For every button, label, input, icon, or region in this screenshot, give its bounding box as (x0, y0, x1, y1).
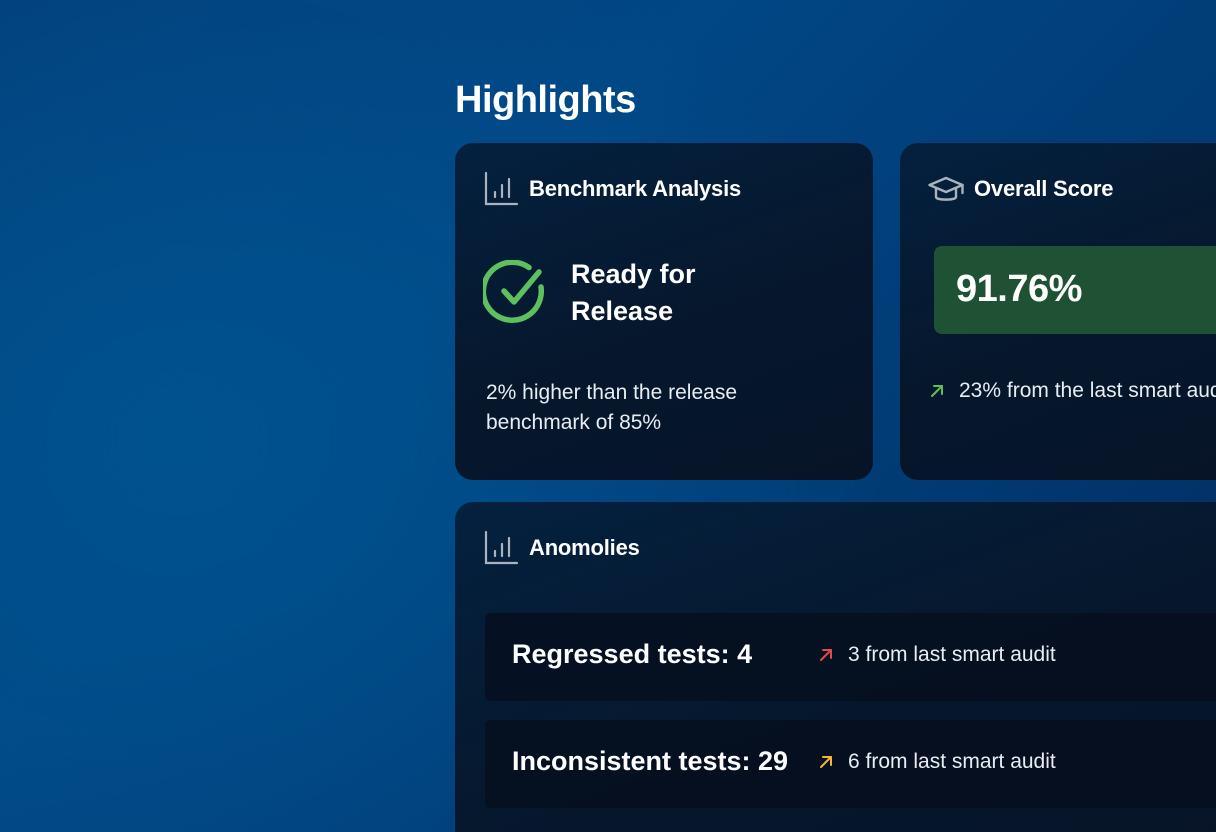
anomaly-row-regressed[interactable]: Regressed tests: 4 3 from last smart aud… (485, 613, 1216, 701)
anomaly-row-inconsistent[interactable]: Inconsistent tests: 29 6 from last smart… (485, 720, 1216, 808)
bar-chart-icon (484, 530, 519, 565)
arrow-up-right-icon (931, 385, 943, 397)
check-circle-icon (483, 260, 545, 323)
score-delta: 23% from the last smart audit (929, 379, 1216, 403)
score-value: 91.76% (956, 268, 1082, 310)
regressed-tests-delta-text: 3 from last smart audit (848, 643, 1056, 666)
benchmark-card: Benchmark Analysis Ready for Release 2% … (455, 143, 873, 480)
anomalies-card-header: Anomolies (483, 530, 640, 566)
inconsistent-tests-delta-text: 6 from last smart audit (848, 750, 1056, 773)
score-delta-text: 23% from the last smart audit (959, 379, 1216, 402)
regressed-tests-delta: 3 from last smart audit (818, 643, 1056, 667)
overall-score-card: Overall Score 91.76% 23% from the last s… (900, 143, 1216, 480)
page-title: Highlights (455, 79, 636, 121)
bar-chart-icon (484, 171, 519, 206)
arrow-up-right-icon (820, 756, 832, 768)
overall-score-card-title: Overall Score (974, 176, 1114, 201)
release-status-text: Ready for Release (571, 259, 696, 326)
score-box: 91.76% (934, 246, 1216, 334)
overall-score-card-header: Overall Score (928, 171, 1113, 207)
graduation-cap-icon (928, 176, 964, 201)
benchmark-card-header: Benchmark Analysis (483, 171, 741, 207)
benchmark-card-title: Benchmark Analysis (529, 176, 742, 201)
release-status: Ready for Release (483, 256, 731, 330)
regressed-tests-label: Regressed tests: 4 (512, 639, 753, 669)
anomalies-card: Anomolies Regressed tests: 4 3 from last… (455, 502, 1216, 832)
benchmark-note: 2% higher than the release benchmark of … (486, 381, 738, 434)
inconsistent-tests-label: Inconsistent tests: 29 (512, 746, 789, 776)
anomalies-card-title: Anomolies (529, 535, 640, 560)
arrow-up-right-icon (820, 649, 832, 661)
inconsistent-tests-delta: 6 from last smart audit (818, 750, 1056, 774)
